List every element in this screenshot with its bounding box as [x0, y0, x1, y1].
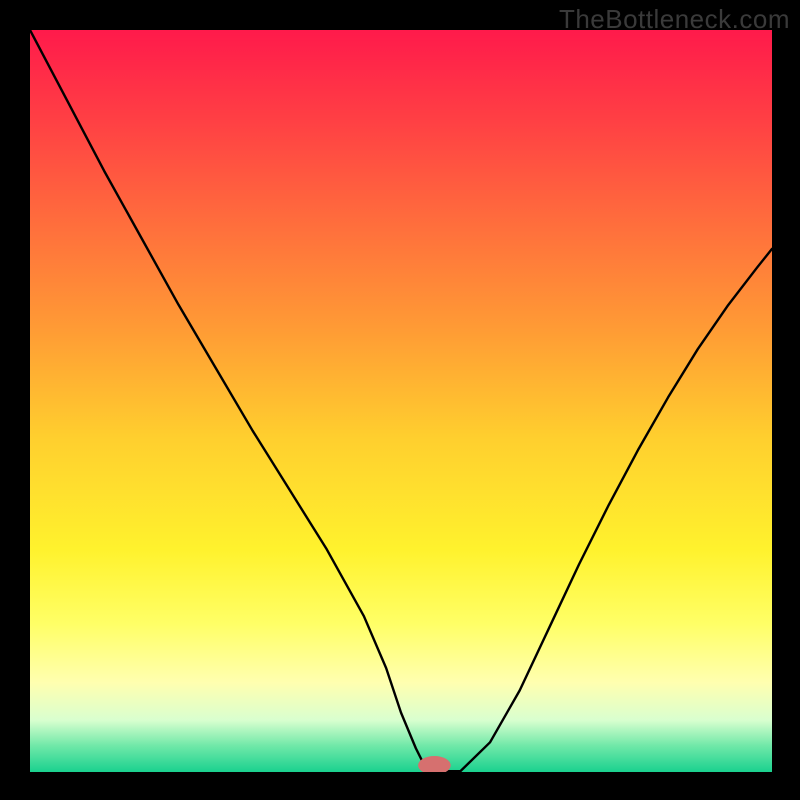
chart-svg	[30, 30, 772, 772]
watermark-text: TheBottleneck.com	[559, 4, 790, 35]
gradient-background	[30, 30, 772, 772]
chart-frame: TheBottleneck.com	[0, 0, 800, 800]
plot-area	[30, 30, 772, 772]
